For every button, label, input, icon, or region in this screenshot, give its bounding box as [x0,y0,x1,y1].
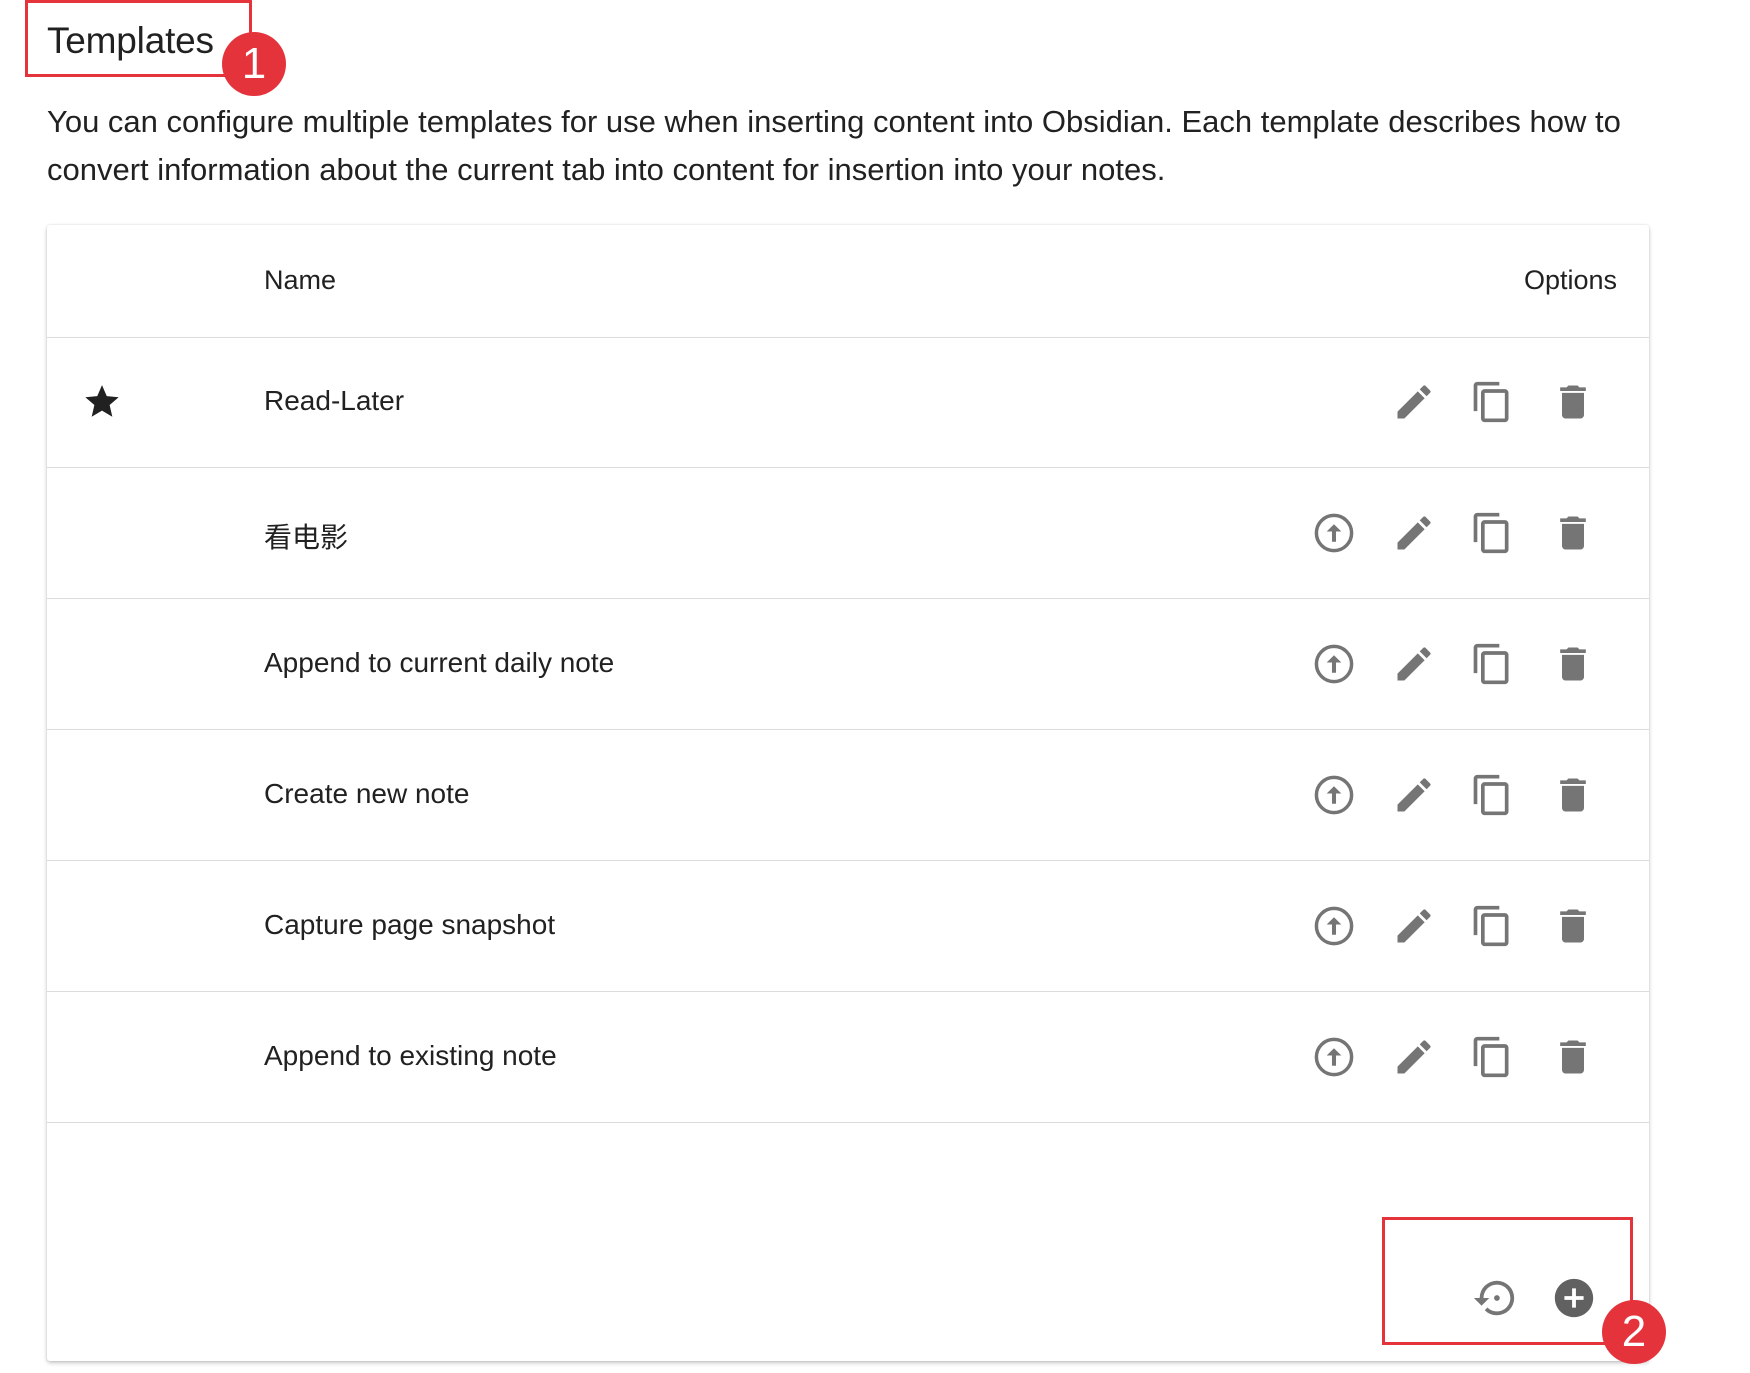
copy-icon[interactable] [1470,1035,1514,1079]
template-name: Read-Later [264,385,405,416]
edit-pencil-icon[interactable] [1392,1035,1436,1079]
delete-trash-icon[interactable] [1551,904,1595,948]
table-row: Create new note [47,730,1649,861]
copy-icon[interactable] [1470,511,1514,555]
table-row: Append to current daily note [47,599,1649,730]
table-header: Name Options [47,225,1649,338]
copy-icon[interactable] [1470,773,1514,817]
edit-pencil-icon[interactable] [1392,904,1436,948]
annotation-box-1 [25,0,252,77]
annotation-badge-2: 2 [1602,1300,1666,1364]
template-name: 看电影 [264,522,349,553]
column-header-name: Name [264,265,337,295]
template-name: Capture page snapshot [264,909,556,940]
template-name: Create new note [264,778,470,809]
section-description: You can configure multiple templates for… [47,104,1621,187]
annotation-badge-1: 1 [222,32,286,96]
copy-icon[interactable] [1470,904,1514,948]
edit-pencil-icon[interactable] [1392,380,1436,424]
edit-pencil-icon[interactable] [1392,773,1436,817]
table-row: Read-Later [47,337,1649,468]
table-row: Capture page snapshot [47,861,1649,992]
templates-table: Name Options Read-Later 看电影 Append to curr… [47,225,1649,1361]
template-name: Append to existing note [264,1040,557,1071]
delete-trash-icon[interactable] [1551,1035,1595,1079]
column-header-options: Options [1523,265,1617,295]
edit-pencil-icon[interactable] [1392,511,1436,555]
delete-trash-icon[interactable] [1551,773,1595,817]
arrow-up-circle-icon[interactable] [1312,511,1356,555]
table-row: 看电影 [47,468,1649,599]
arrow-up-circle-icon[interactable] [1312,1035,1356,1079]
arrow-up-circle-icon[interactable] [1312,773,1356,817]
star-icon [82,381,122,421]
copy-icon[interactable] [1470,642,1514,686]
annotation-box-2 [1382,1217,1633,1345]
edit-pencil-icon[interactable] [1392,642,1436,686]
arrow-up-circle-icon[interactable] [1312,904,1356,948]
copy-icon[interactable] [1470,380,1514,424]
delete-trash-icon[interactable] [1551,642,1595,686]
table-row: Append to existing note [47,992,1649,1123]
template-name: Append to current daily note [264,647,615,678]
arrow-up-circle-icon[interactable] [1312,642,1356,686]
delete-trash-icon[interactable] [1551,380,1595,424]
delete-trash-icon[interactable] [1551,511,1595,555]
